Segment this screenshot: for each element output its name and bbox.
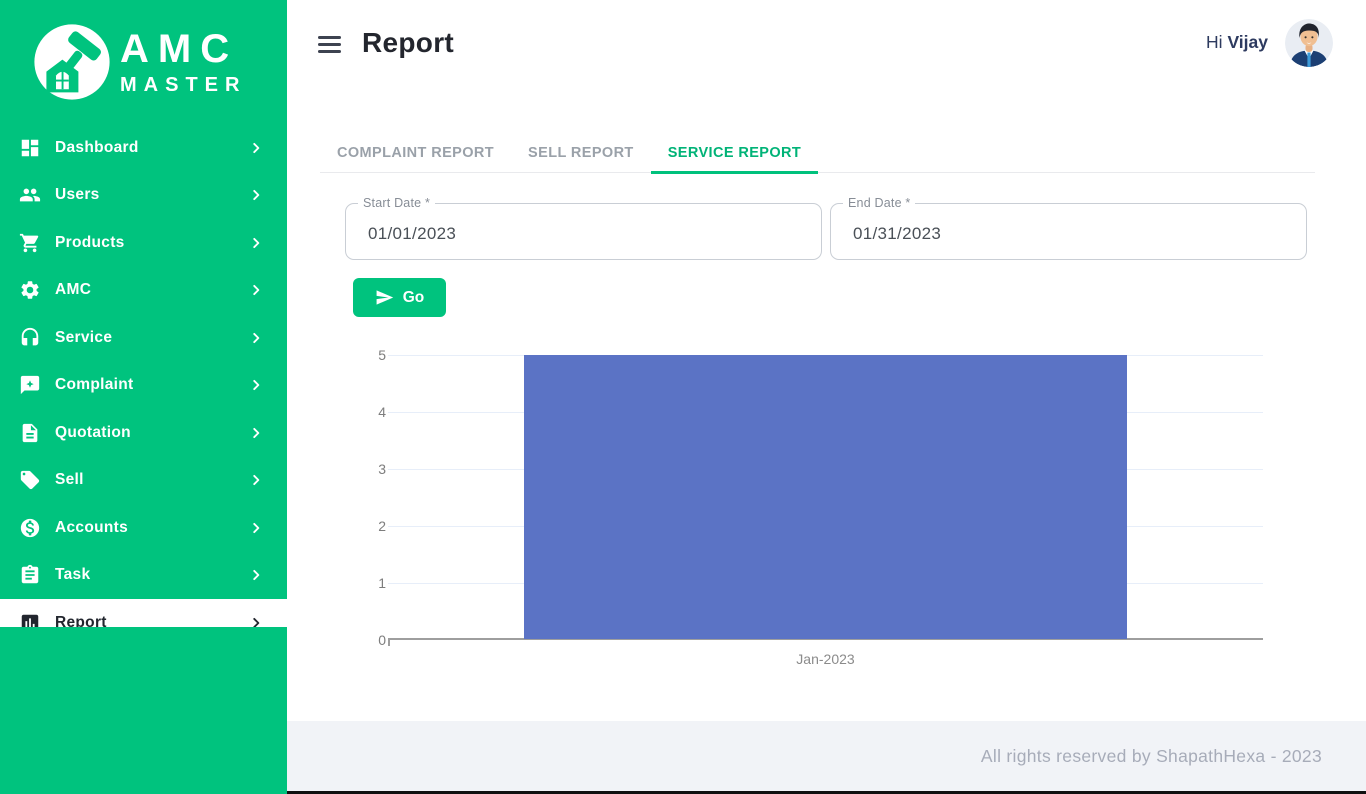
- chevron-right-icon: [249, 616, 263, 627]
- sidebar-item-label: Dashboard: [55, 139, 249, 157]
- chevron-right-icon: [249, 141, 263, 155]
- date-filter-form: Start Date * End Date *: [345, 203, 1307, 260]
- send-icon: [375, 288, 394, 307]
- chevron-right-icon: [249, 236, 263, 250]
- user-name: Vijay: [1227, 32, 1268, 52]
- y-axis-tick-label: 1: [372, 575, 386, 591]
- brand-name: AMC MASTER: [120, 29, 246, 95]
- user-greeting: Hi Vijay: [1206, 32, 1268, 53]
- sidebar-item-users[interactable]: Users: [0, 172, 287, 220]
- chevron-right-icon: [249, 568, 263, 582]
- report-icon: [19, 612, 41, 627]
- sidebar-menu: Dashboard Users Products AMC Service Complain…: [0, 124, 287, 627]
- user-avatar[interactable]: [1285, 19, 1333, 67]
- gear-icon: [19, 279, 41, 301]
- sidebar-item-label: AMC: [55, 281, 249, 299]
- sidebar-item-products[interactable]: Products: [0, 219, 287, 267]
- users-icon: [19, 184, 41, 206]
- sidebar-item-service[interactable]: Service: [0, 314, 287, 362]
- bar-jan-2023: [524, 355, 1128, 639]
- sidebar-item-complaint[interactable]: Complaint: [0, 362, 287, 410]
- x-axis-category-label: Jan-2023: [796, 651, 854, 667]
- brand-logo[interactable]: AMC MASTER: [0, 0, 287, 124]
- chevron-right-icon: [249, 188, 263, 202]
- sidebar-item-label: Accounts: [55, 519, 249, 537]
- sidebar-item-report[interactable]: Report: [0, 599, 287, 627]
- document-icon: [19, 422, 41, 444]
- start-date-field: Start Date *: [345, 203, 822, 260]
- footer: All rights reserved by ShapathHexa - 202…: [287, 721, 1366, 791]
- y-axis-tick-label: 5: [372, 347, 386, 363]
- sidebar-item-task[interactable]: Task: [0, 552, 287, 600]
- brand-line1: AMC: [120, 29, 246, 69]
- dollar-icon: [19, 517, 41, 539]
- chevron-right-icon: [249, 521, 263, 535]
- sidebar-item-quotation[interactable]: Quotation: [0, 409, 287, 457]
- sidebar-item-label: Quotation: [55, 424, 249, 442]
- sidebar-item-amc[interactable]: AMC: [0, 267, 287, 315]
- cart-icon: [19, 232, 41, 254]
- page-title: Report: [362, 27, 454, 59]
- tab-sell-report[interactable]: SELL REPORT: [511, 133, 651, 173]
- chevron-right-icon: [249, 426, 263, 440]
- y-axis-tick-label: 2: [372, 518, 386, 534]
- sidebar-item-accounts[interactable]: Accounts: [0, 504, 287, 552]
- tag-icon: [19, 469, 41, 491]
- sidebar-item-label: Users: [55, 186, 249, 204]
- sidebar-item-label: Products: [55, 234, 249, 252]
- start-date-input[interactable]: [346, 204, 821, 259]
- chevron-right-icon: [249, 283, 263, 297]
- sidebar-item-label: Sell: [55, 471, 249, 489]
- chevron-right-icon: [249, 473, 263, 487]
- sidebar: AMC MASTER Dashboard Users Products AMC Serv…: [0, 0, 287, 794]
- task-icon: [19, 564, 41, 586]
- hammer-house-logo-icon: [32, 22, 112, 102]
- end-date-field: End Date *: [830, 203, 1307, 260]
- menu-toggle-hamburger-icon[interactable]: [318, 36, 341, 53]
- greeting-prefix: Hi: [1206, 32, 1223, 52]
- chevron-right-icon: [249, 378, 263, 392]
- service-report-bar-chart: 0 1 2 3 4 5 Jan-2023: [372, 347, 1272, 677]
- y-axis-tick-label: 0: [372, 632, 386, 648]
- sidebar-item-label: Report: [55, 614, 249, 627]
- headset-icon: [19, 327, 41, 349]
- sidebar-item-label: Task: [55, 566, 249, 584]
- copyright-text: All rights reserved by ShapathHexa - 202…: [981, 746, 1322, 767]
- tab-complaint-report[interactable]: COMPLAINT REPORT: [320, 133, 511, 173]
- main-area: Report Hi Vijay COMPLAINT REPORTSELL REP…: [287, 0, 1366, 794]
- sidebar-item-sell[interactable]: Sell: [0, 457, 287, 505]
- y-axis-tick-label: 4: [372, 404, 386, 420]
- avatar-illustration: [1285, 19, 1333, 67]
- y-axis-tick-label: 3: [372, 461, 386, 477]
- sidebar-item-dashboard[interactable]: Dashboard: [0, 124, 287, 172]
- sidebar-item-label: Service: [55, 329, 249, 347]
- tab-service-report[interactable]: SERVICE REPORT: [651, 133, 818, 173]
- sidebar-item-label: Complaint: [55, 376, 249, 394]
- chevron-right-icon: [249, 331, 263, 345]
- chart-plot-area: 012345Jan-2023: [388, 355, 1263, 640]
- dashboard-icon: [19, 137, 41, 159]
- brand-line2: MASTER: [120, 75, 246, 95]
- end-date-input[interactable]: [831, 204, 1306, 259]
- go-button[interactable]: Go: [353, 278, 446, 317]
- report-tabs: COMPLAINT REPORTSELL REPORTSERVICE REPOR…: [320, 133, 1315, 173]
- x-axis-tick: [388, 640, 390, 646]
- go-button-label: Go: [403, 289, 425, 307]
- feedback-icon: [19, 374, 41, 396]
